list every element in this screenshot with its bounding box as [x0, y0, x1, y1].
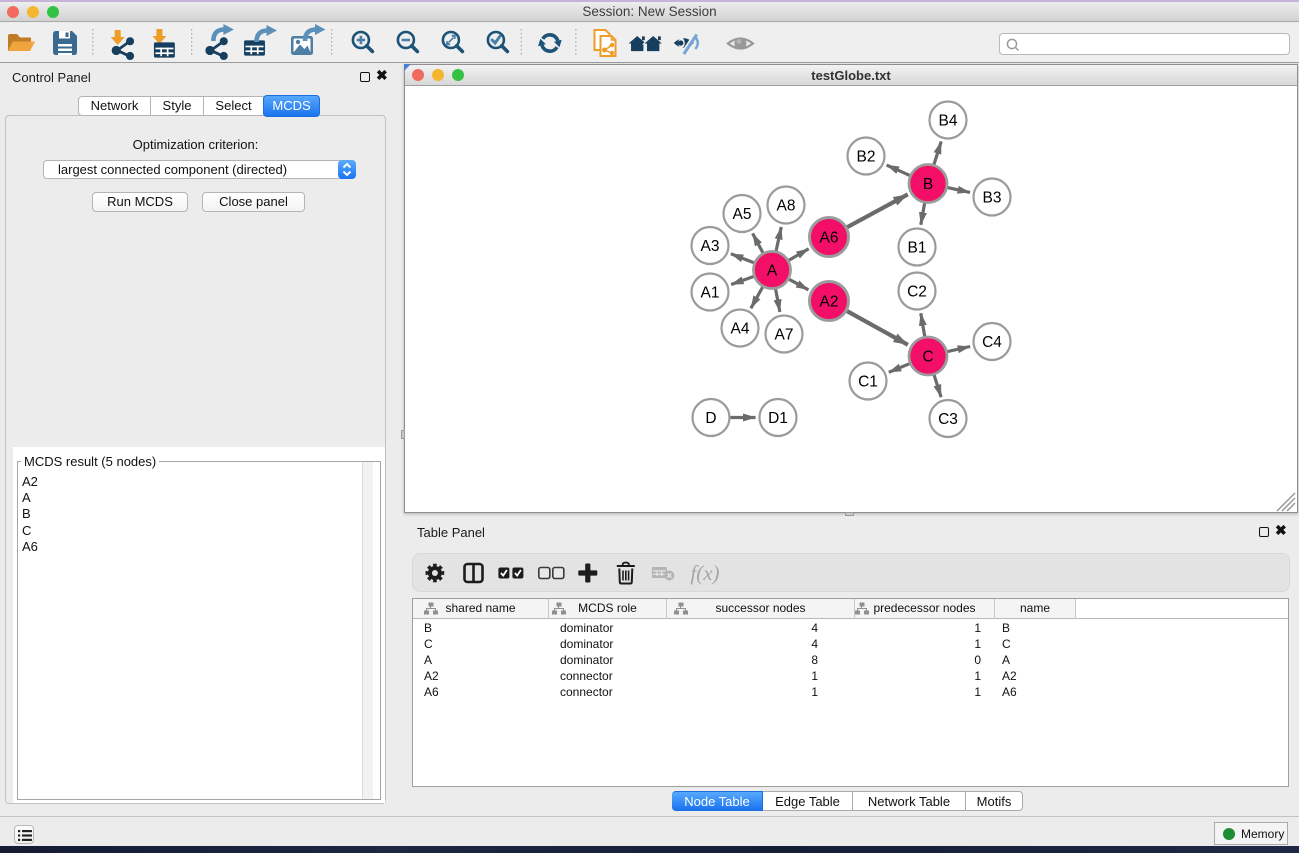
- svg-text:A6: A6: [820, 229, 839, 246]
- svg-text:A7: A7: [775, 326, 794, 343]
- svg-text:C: C: [922, 348, 933, 365]
- svg-text:f(x): f(x): [690, 561, 719, 585]
- svg-text:A4: A4: [731, 320, 750, 337]
- svg-text:B: B: [923, 176, 933, 193]
- svg-text:A5: A5: [733, 206, 752, 223]
- svg-text:B3: B3: [983, 189, 1002, 206]
- svg-text:C4: C4: [982, 334, 1002, 351]
- svg-text:B2: B2: [857, 148, 876, 165]
- svg-text:C3: C3: [938, 411, 958, 428]
- svg-text:A2: A2: [820, 293, 839, 310]
- svg-text:A: A: [767, 262, 778, 279]
- svg-text:C1: C1: [858, 373, 878, 390]
- svg-text:A1: A1: [701, 284, 720, 301]
- svg-text:A3: A3: [701, 238, 720, 255]
- svg-text:D1: D1: [768, 410, 788, 427]
- svg-text:C2: C2: [907, 283, 927, 300]
- svg-text:A8: A8: [777, 197, 796, 214]
- svg-text:D: D: [705, 410, 716, 427]
- svg-text:B4: B4: [939, 112, 958, 129]
- svg-text:B1: B1: [908, 239, 927, 256]
